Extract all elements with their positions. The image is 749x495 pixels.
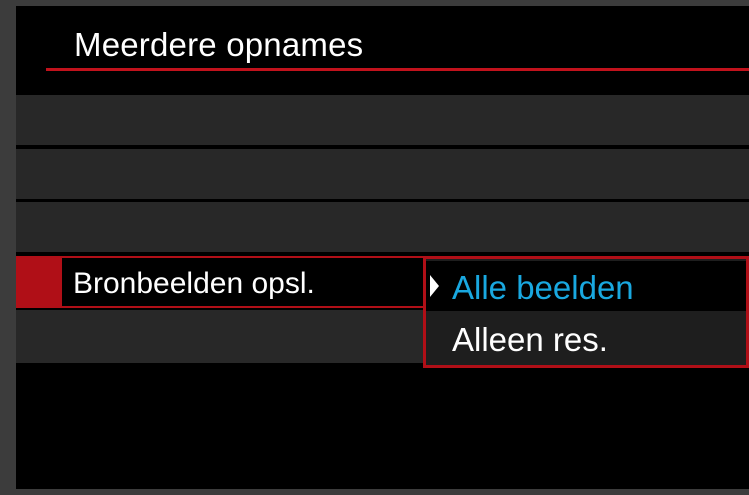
option-label: Alleen res. [452,321,608,358]
option-alle-beelden[interactable]: Alle beelden [426,261,746,311]
option-label: Alle beelden [452,269,634,306]
title-underline [46,68,749,71]
menu-row-empty [16,95,749,145]
selection-arrow-icon [430,275,439,297]
menu-row-empty [16,202,749,252]
menu-row-empty [16,149,749,199]
selection-marker [16,256,60,308]
camera-menu-screen: Meerdere opnames Bronbeelden opsl. Alle … [16,6,749,489]
option-alleen-res[interactable]: Alleen res. [426,313,746,363]
setting-label: Bronbeelden opsl. [73,267,315,300]
options-dropdown: Alle beelden Alleen res. [423,256,749,368]
page-title: Meerdere opnames [74,26,364,63]
